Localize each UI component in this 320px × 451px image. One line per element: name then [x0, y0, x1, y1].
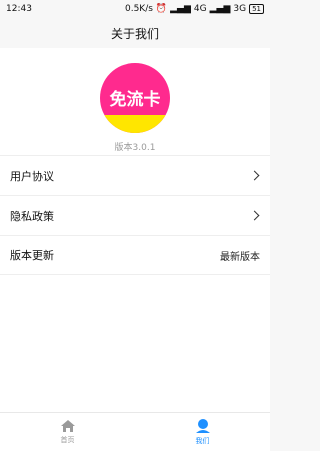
net-speed: 0.5K/s	[124, 4, 153, 14]
tab-label: 首页	[60, 436, 75, 444]
logo-yellow-band	[100, 115, 170, 133]
menu-item-label: 版本更新	[10, 249, 54, 262]
app-logo: 免流卡	[100, 63, 170, 133]
menu-item-user-agreement[interactable]: 用户协议	[0, 155, 270, 195]
tab-about-us[interactable]: 我们	[135, 413, 270, 451]
page-header: 关于我们	[0, 18, 270, 48]
signal-icon: ▂▄▆	[170, 4, 191, 14]
signal-icon-2: ▂▄▆	[209, 4, 231, 14]
tab-label: 我们	[195, 437, 210, 445]
bottom-tab-bar: 首页 我们	[0, 412, 270, 451]
menu-item-privacy-policy[interactable]: 隐私政策	[0, 195, 270, 235]
chevron-right-icon	[249, 210, 260, 221]
battery-icon: 51	[249, 4, 264, 14]
alarm-icon: ⏰	[155, 4, 168, 14]
signal-4g: 4G	[193, 4, 207, 14]
status-bar: 12:43 0.5K/s ⏰ ▂▄▆ 4G ▂▄▆ 3G 51	[0, 0, 270, 18]
signal-3g: 3G	[233, 4, 247, 14]
chevron-right-icon	[249, 170, 260, 181]
menu-item-label: 用户协议	[10, 169, 54, 183]
home-icon	[60, 420, 75, 432]
status-indicators: 0.5K/s ⏰ ▂▄▆ 4G ▂▄▆ 3G 51	[125, 4, 264, 14]
version-text: 版本3.0.1	[114, 143, 156, 153]
status-time: 12:43	[6, 4, 32, 14]
tab-home[interactable]: 首页	[0, 413, 135, 451]
menu-item-label: 隐私政策	[10, 209, 54, 223]
about-content: 免流卡 版本3.0.1 用户协议 隐私政策 版本更新 最新版本	[0, 48, 270, 412]
user-icon	[195, 419, 210, 433]
menu-item-version-update[interactable]: 版本更新 最新版本	[0, 235, 270, 275]
page-title: 关于我们	[110, 26, 159, 41]
logo-text: 免流卡	[109, 90, 161, 110]
menu-item-value: 最新版本	[220, 251, 260, 263]
